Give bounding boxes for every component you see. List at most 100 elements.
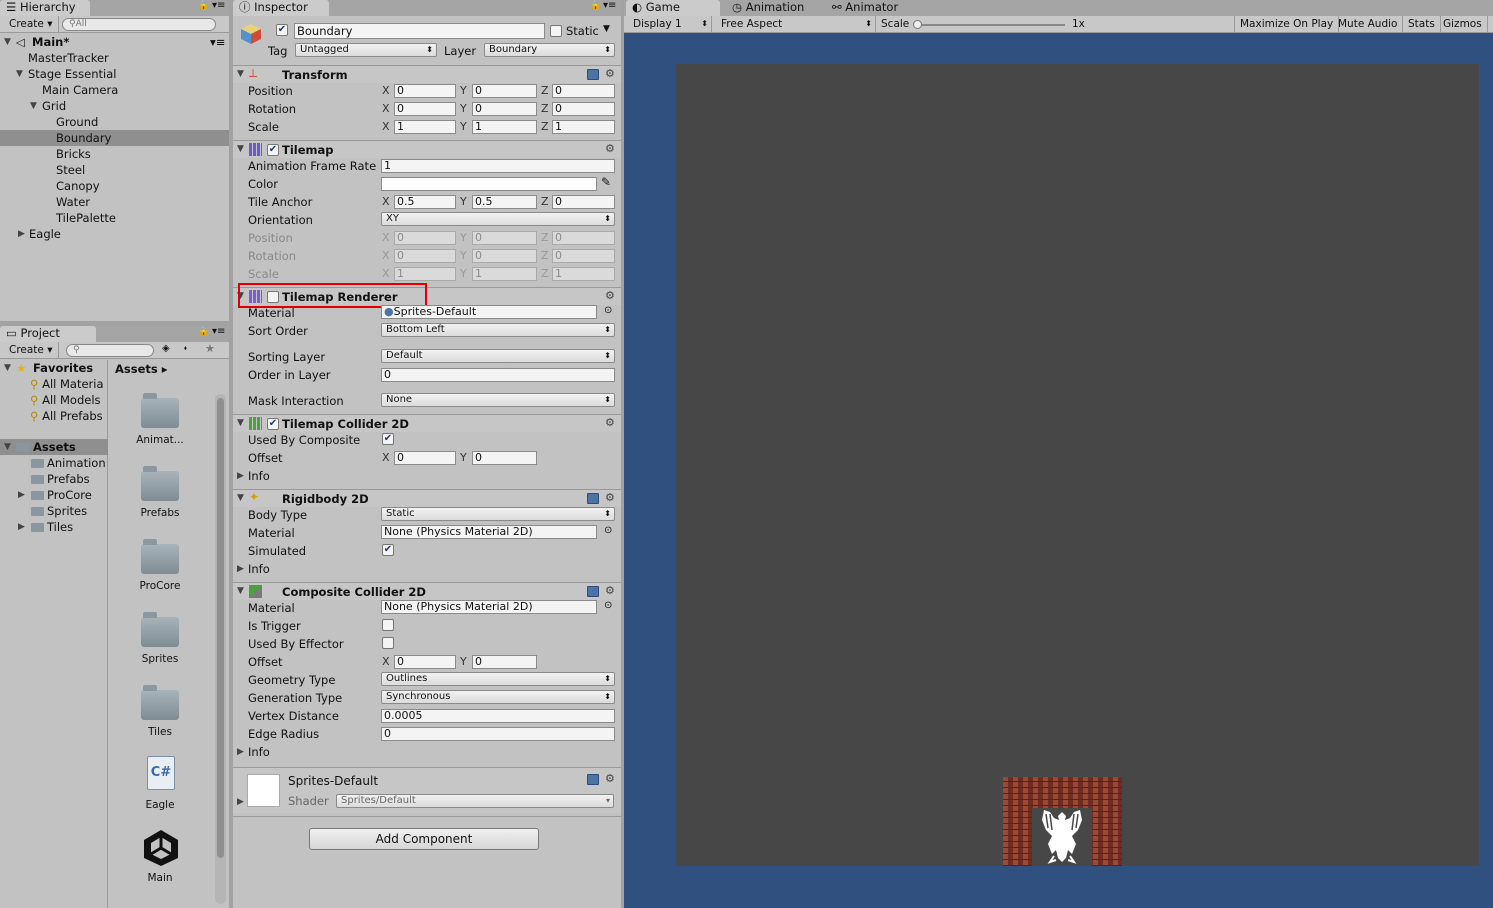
rotation-y-field[interactable]: 0 (472, 102, 537, 116)
tilemap-header[interactable]: ▼ ✔ Tilemap ⚙ (233, 140, 621, 158)
expand-arrow-icon[interactable]: ▼ (237, 418, 244, 428)
favorite-item[interactable]: ⚲ All Materia (30, 376, 104, 392)
position-z-field[interactable]: 0 (552, 84, 615, 98)
add-component-button[interactable]: Add Component (309, 828, 539, 850)
hierarchy-item-mastertracker[interactable]: MasterTracker (28, 50, 109, 66)
hierarchy-item-ground[interactable]: Ground (56, 114, 98, 130)
asset-folder-sprites[interactable]: Sprites (0, 503, 108, 519)
generation-type-dropdown[interactable]: Synchronous ⬍ (381, 690, 615, 704)
rotation-x-field[interactable]: 0 (394, 102, 456, 116)
order-in-layer-field[interactable]: 0 (381, 368, 615, 382)
tilemap-collider-enabled-checkbox[interactable]: ✔ (267, 418, 279, 430)
expand-arrow-icon[interactable]: ▼ (30, 98, 37, 114)
scene-row[interactable]: ▼ ◁ Main* ▾≡ (0, 34, 229, 50)
mask-interaction-dropdown[interactable]: None ⬍ (381, 393, 615, 407)
expand-arrow-icon[interactable]: ▶ (237, 747, 244, 757)
tag-dropdown[interactable]: Untagged ⬍ (295, 43, 437, 57)
folder-icon[interactable] (141, 466, 179, 501)
expand-arrow-icon[interactable]: ▼ (16, 66, 23, 82)
expand-arrow-icon[interactable]: ▶ (237, 797, 244, 807)
game-viewport[interactable] (676, 64, 1479, 866)
rotation-z-field[interactable]: 0 (552, 102, 615, 116)
filter-type-icon[interactable]: ◈ (162, 343, 170, 354)
chevron-down-icon[interactable]: ▼ (603, 24, 610, 34)
unity-scene-icon[interactable] (141, 828, 181, 868)
search-input[interactable]: ⚲All (62, 18, 216, 31)
menu-icon[interactable]: ▾≡ (210, 34, 225, 50)
gear-icon[interactable]: ⚙ (605, 67, 615, 80)
expand-arrow-icon[interactable]: ▼ (237, 493, 244, 503)
mute-audio-toggle[interactable]: Mute Audio (1333, 16, 1404, 33)
gear-icon[interactable]: ⚙ (605, 289, 615, 302)
tab-hierarchy[interactable]: ☰ Hierarchy (0, 0, 90, 16)
object-name-field[interactable]: Boundary (294, 23, 545, 39)
static-checkbox[interactable] (550, 25, 562, 37)
breadcrumb[interactable]: Assets ▸ (115, 362, 168, 376)
is-trigger-checkbox[interactable] (382, 619, 394, 631)
gear-icon[interactable]: ⚙ (605, 416, 615, 429)
hierarchy-item-main-camera[interactable]: Main Camera (42, 82, 118, 98)
help-icon[interactable] (587, 69, 599, 80)
expand-arrow-icon[interactable]: ▼ (4, 439, 11, 455)
folder-icon[interactable] (141, 539, 179, 574)
vertex-distance-field[interactable]: 0.0005 (381, 709, 615, 723)
help-icon[interactable] (587, 586, 599, 597)
shader-dropdown[interactable]: Sprites/Default ▾ (336, 794, 614, 808)
edge-radius-field[interactable]: 0 (381, 727, 615, 741)
tab-game[interactable]: ◐ Game (626, 0, 720, 16)
geometry-type-dropdown[interactable]: Outlines ⬍ (381, 672, 615, 686)
tilemap-collider-header[interactable]: ▼ ✔ Tilemap Collider 2D ⚙ (233, 414, 621, 432)
folder-icon[interactable] (141, 393, 179, 428)
object-picker-icon[interactable]: ⊙ (604, 600, 612, 611)
filter-label-icon[interactable]: ⬪ (184, 343, 187, 354)
anchor-z-field[interactable]: 0 (552, 195, 615, 209)
frame-rate-field[interactable]: 1 (381, 159, 615, 173)
folder-icon[interactable] (141, 685, 179, 720)
aspect-dropdown[interactable]: Free Aspect ⬍ (716, 16, 876, 33)
composite-collider-header[interactable]: ▼ Composite Collider 2D ⚙ (233, 582, 621, 600)
collider-offset-x-field[interactable]: 0 (394, 451, 456, 465)
scrollbar[interactable] (215, 394, 226, 904)
object-picker-icon[interactable]: ⊙ (604, 525, 612, 536)
hierarchy-item-grid[interactable]: ▼ Grid (0, 98, 229, 114)
hierarchy-item-stage-essential[interactable]: ▼ Stage Essential (0, 66, 229, 82)
sort-order-dropdown[interactable]: Bottom Left ⬍ (381, 323, 615, 337)
tilemap-enabled-checkbox[interactable]: ✔ (267, 144, 279, 156)
favorite-item[interactable]: ⚲ All Prefabs (30, 408, 103, 424)
rigidbody-material-field[interactable]: None (Physics Material 2D) (381, 525, 597, 539)
asset-folder-procore[interactable]: ▶ ProCore (0, 487, 108, 503)
object-picker-icon[interactable]: ⊙ (604, 305, 612, 316)
info-foldout[interactable]: Info (248, 745, 270, 759)
stats-toggle[interactable]: Stats (1403, 16, 1441, 33)
gear-icon[interactable]: ⚙ (605, 142, 615, 155)
active-checkbox[interactable]: ✔ (276, 24, 288, 36)
expand-arrow-icon[interactable]: ▼ (4, 34, 11, 50)
favorite-star-icon[interactable]: ★ (205, 342, 215, 355)
hierarchy-item-tilepalette[interactable]: TilePalette (56, 210, 116, 226)
create-button[interactable]: Create ▾ (4, 342, 59, 359)
layer-dropdown[interactable]: Boundary ⬍ (484, 43, 615, 57)
expand-arrow-icon[interactable]: ▶ (18, 226, 25, 242)
info-foldout[interactable]: Info (248, 562, 270, 576)
expand-arrow-icon[interactable]: ▼ (237, 586, 244, 596)
favorites-row[interactable]: ▼ ★ Favorites (0, 360, 108, 376)
assets-root-row[interactable]: ▼ Assets (0, 439, 108, 455)
anchor-y-field[interactable]: 0.5 (472, 195, 537, 209)
display-dropdown[interactable]: Display 1 ⬍ (628, 16, 712, 33)
asset-folder-prefabs[interactable]: Prefabs (0, 471, 108, 487)
position-x-field[interactable]: 0 (394, 84, 456, 98)
info-foldout[interactable]: Info (248, 469, 270, 483)
scale-slider[interactable] (913, 20, 1065, 29)
help-icon[interactable] (587, 493, 599, 504)
expand-arrow-icon[interactable]: ▶ (237, 471, 244, 481)
orientation-dropdown[interactable]: XY ⬍ (381, 212, 615, 226)
transform-header[interactable]: ▼ ⟂ Transform ⚙ (233, 65, 621, 83)
tab-project[interactable]: ▭ Project (0, 326, 96, 342)
csharp-script-icon[interactable]: C# (147, 756, 175, 790)
lock-icon[interactable]: 🔒 (590, 1, 601, 11)
used-by-effector-checkbox[interactable] (382, 637, 394, 649)
maximize-on-play-toggle[interactable]: Maximize On Play (1234, 16, 1340, 33)
hierarchy-item-boundary[interactable]: Boundary (0, 130, 229, 146)
create-button[interactable]: Create ▾ (4, 16, 59, 33)
hierarchy-item-eagle[interactable]: ▶ Eagle (0, 226, 229, 242)
